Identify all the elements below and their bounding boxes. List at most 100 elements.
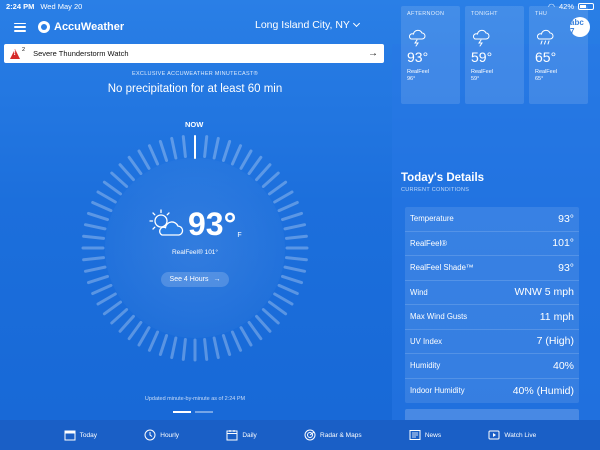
page-dot-active[interactable] bbox=[173, 411, 191, 413]
forecast-temperature: 93° bbox=[407, 49, 429, 65]
detail-value: 40% (Humid) bbox=[512, 384, 574, 397]
dial-minute-tick bbox=[102, 180, 123, 196]
forecast-card-thu[interactable]: THU 65° RealFeel 65° bbox=[529, 6, 588, 104]
brand-logo: AccuWeather bbox=[38, 21, 124, 33]
forecast-label: TONIGHT bbox=[471, 11, 498, 17]
now-label: NOW bbox=[185, 120, 204, 129]
tab-label: Radar & Maps bbox=[320, 431, 362, 439]
dial-minute-tick bbox=[181, 337, 187, 361]
sun-logo-icon bbox=[38, 21, 50, 33]
forecast-temperature: 59° bbox=[471, 49, 493, 65]
dial-minute-tick bbox=[280, 211, 304, 222]
dial-minute-tick bbox=[255, 163, 272, 182]
clock-icon bbox=[144, 429, 156, 441]
dial-minute-tick bbox=[267, 300, 288, 316]
minutecast-dial[interactable] bbox=[77, 130, 313, 366]
forecast-realfeel-label: RealFeel bbox=[535, 69, 558, 75]
detail-value: 7 (High) bbox=[536, 335, 574, 348]
status-date: Wed May 20 bbox=[40, 1, 83, 11]
page-dot[interactable] bbox=[195, 411, 213, 413]
dial-minute-tick bbox=[170, 336, 178, 360]
forecast-realfeel: 65° bbox=[535, 76, 544, 82]
tab-label: Watch Live bbox=[504, 431, 537, 439]
dial-minute-tick bbox=[170, 136, 178, 160]
tab-today[interactable]: Today bbox=[64, 429, 97, 441]
dial-minute-tick bbox=[221, 139, 232, 163]
dial-minute-tick bbox=[212, 336, 220, 360]
dial-minute-tick bbox=[110, 171, 129, 188]
see-hours-button[interactable]: See 4 Hours → bbox=[161, 272, 229, 287]
play-icon bbox=[488, 430, 500, 440]
detail-value: 40% bbox=[552, 359, 574, 372]
dial-minute-tick bbox=[86, 211, 110, 222]
detail-value: 93° bbox=[558, 212, 574, 225]
tab-hourly[interactable]: Hourly bbox=[144, 429, 179, 441]
details-list: Temperature 93° RealFeel® 101° RealFeel … bbox=[405, 207, 579, 403]
detail-label: Temperature bbox=[410, 214, 454, 224]
forecast-card-afternoon[interactable]: AFTERNOON 93° RealFeel 96° bbox=[401, 6, 460, 104]
forecast-card-tonight[interactable]: TONIGHT 59° RealFeel 59° bbox=[465, 6, 524, 104]
forecast-realfeel-label: RealFeel bbox=[471, 69, 494, 75]
dial-minute-tick bbox=[118, 314, 135, 333]
tab-radar-maps[interactable]: Radar & Maps bbox=[304, 429, 362, 441]
news-icon bbox=[409, 430, 421, 440]
chevron-down-icon bbox=[352, 19, 360, 28]
dial-minute-tick bbox=[255, 314, 272, 333]
arrow-right-icon: → bbox=[213, 276, 221, 283]
dial-minute-tick bbox=[239, 149, 253, 170]
todays-details-subtitle: CURRENT CONDITIONS bbox=[401, 187, 470, 193]
thunderstorm-icon bbox=[473, 29, 490, 47]
dial-minute-tick bbox=[280, 274, 304, 285]
dial-minute-tick bbox=[267, 180, 288, 196]
brand-name: AccuWeather bbox=[54, 21, 125, 33]
detail-row: Indoor Humidity 40% (Humid) bbox=[405, 379, 579, 404]
dial-minute-tick bbox=[102, 300, 123, 316]
dial-minute-tick bbox=[127, 155, 143, 176]
dial-minute-tick bbox=[118, 163, 135, 182]
dial-minute-tick bbox=[283, 223, 307, 231]
tab-label: Daily bbox=[242, 431, 257, 439]
dial-minute-tick bbox=[284, 234, 308, 240]
detail-label: UV Index bbox=[410, 336, 443, 346]
thunderstorm-icon bbox=[409, 29, 426, 47]
dial-minute-tick bbox=[203, 337, 209, 361]
page-indicator[interactable] bbox=[173, 411, 213, 413]
detail-label: RealFeel Shade™ bbox=[410, 263, 474, 273]
dial-minute-tick bbox=[127, 320, 143, 341]
tab-bar: Today Hourly Daily Radar & Maps News Wat… bbox=[0, 420, 600, 450]
severe-weather-alert[interactable]: 2 Severe Thunderstorm Watch → bbox=[4, 44, 384, 63]
forecast-label: AFTERNOON bbox=[407, 11, 445, 17]
tab-daily[interactable]: Daily bbox=[226, 429, 257, 441]
dial-minute-tick bbox=[158, 333, 169, 357]
detail-label: Humidity bbox=[410, 361, 441, 371]
dial-minute-tick bbox=[82, 234, 106, 240]
detail-label: Indoor Humidity bbox=[410, 386, 465, 396]
updated-timestamp: Updated minute-by-minute as of 2:24 PM bbox=[144, 396, 246, 402]
location-selector[interactable]: Long Island City, NY bbox=[255, 19, 360, 31]
detail-label: RealFeel® bbox=[410, 238, 447, 248]
detail-row: Wind WNW 5 mph bbox=[405, 281, 579, 305]
calendar-today-icon bbox=[64, 430, 76, 441]
arrow-right-icon: → bbox=[368, 48, 378, 59]
dial-minute-tick bbox=[212, 136, 220, 160]
tab-label: Hourly bbox=[160, 431, 180, 439]
dial-minute-tick bbox=[273, 292, 294, 306]
menu-icon[interactable] bbox=[14, 22, 26, 32]
detail-value: WNW 5 mph bbox=[514, 286, 574, 299]
dial-minute-tick bbox=[283, 265, 307, 273]
see-hours-label: See 4 Hours bbox=[169, 276, 209, 283]
current-temperature: 93° bbox=[188, 206, 237, 242]
tab-label: Today bbox=[79, 431, 97, 439]
forecast-temperature: 65° bbox=[535, 49, 557, 65]
tab-watch-live[interactable]: Watch Live bbox=[488, 429, 536, 441]
tab-news[interactable]: News bbox=[409, 429, 441, 441]
dial-minute-tick bbox=[147, 144, 160, 166]
detail-value: 93° bbox=[558, 261, 574, 274]
dial-minute-tick bbox=[230, 330, 243, 352]
dial-minute-tick bbox=[83, 265, 107, 273]
app-root: 2:24 PM Wed May 20 ◠ 42% AccuWeather Lon… bbox=[0, 0, 600, 450]
detail-row: Max Wind Gusts 11 mph bbox=[405, 305, 579, 330]
location-name: Long Island City, NY bbox=[255, 19, 350, 31]
dial-minute-tick bbox=[277, 283, 299, 296]
details-more-card[interactable] bbox=[405, 409, 579, 420]
